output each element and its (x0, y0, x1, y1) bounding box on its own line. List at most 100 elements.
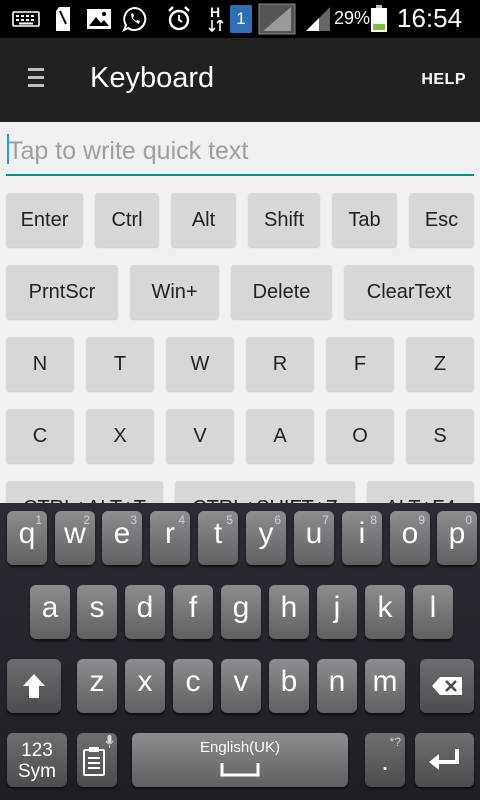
key-f[interactable]: f (173, 585, 213, 639)
key-char: f (188, 591, 198, 624)
clipboard-icon (83, 747, 105, 776)
letter-key-v[interactable]: V (166, 409, 234, 463)
key-g[interactable]: g (221, 585, 261, 639)
help-button[interactable]: HELP (421, 71, 466, 89)
sim1-icon: 1 (230, 5, 252, 33)
key-w[interactable]: 2w (55, 511, 95, 565)
key-h[interactable]: h (269, 585, 309, 639)
key-char: r (165, 517, 175, 550)
letter-key-x[interactable]: X (86, 409, 154, 463)
text-cursor (7, 134, 9, 164)
key-s[interactable]: s (77, 585, 117, 639)
key-j[interactable]: j (317, 585, 357, 639)
key-n[interactable]: n (317, 659, 357, 713)
key-o[interactable]: 9o (390, 511, 430, 565)
app-title: Keyboard (90, 62, 215, 94)
shift-key[interactable]: Shift (248, 193, 320, 247)
sd-card-icon (56, 7, 70, 31)
key-c[interactable]: c (173, 659, 213, 713)
shift-icon (23, 674, 45, 698)
key-i[interactable]: 8i (342, 511, 382, 565)
prntscr-key[interactable]: PrntScr (6, 265, 118, 319)
backspace-icon (432, 677, 462, 695)
key-char: w (64, 517, 86, 550)
battery-icon (371, 5, 387, 32)
letter-key-o[interactable]: O (326, 409, 394, 463)
key-z[interactable]: z (77, 659, 117, 713)
whatsapp-icon (122, 6, 147, 32)
status-bar: H 1 29% 16:54 (0, 0, 480, 38)
enter-icon (429, 749, 459, 770)
key-t[interactable]: 5t (198, 511, 238, 565)
enter-key[interactable] (415, 733, 474, 787)
key-x[interactable]: x (125, 659, 165, 713)
key-char: v (233, 665, 249, 698)
key-char: o (401, 517, 419, 550)
space-language-label: English(UK) (199, 739, 281, 756)
key-char: u (305, 517, 323, 550)
keyboard-icon (12, 11, 40, 27)
sym-label-top: 123 (21, 740, 53, 761)
battery-percent: 29% (334, 8, 371, 28)
letter-key-w[interactable]: W (166, 337, 234, 391)
period-char: . (381, 745, 389, 776)
letter-key-z[interactable]: Z (406, 337, 474, 391)
letter-key-a[interactable]: A (246, 409, 314, 463)
shift-key[interactable] (7, 659, 61, 713)
letter-key-t[interactable]: T (86, 337, 154, 391)
key-b[interactable]: b (269, 659, 309, 713)
letter-key-n[interactable]: N (6, 337, 74, 391)
key-v[interactable]: v (221, 659, 261, 713)
menu-icon[interactable] (28, 68, 44, 92)
key-char: g (232, 591, 250, 624)
cleartext-key[interactable]: ClearText (344, 265, 474, 319)
backspace-key[interactable] (420, 659, 474, 713)
key-e[interactable]: 3e (102, 511, 142, 565)
key-char: m (372, 665, 398, 698)
letter-key-f[interactable]: F (326, 337, 394, 391)
key-r[interactable]: 4r (150, 511, 190, 565)
key-char: h (280, 591, 298, 624)
sym-key[interactable]: 123 Sym (7, 733, 67, 787)
key-char: s (89, 591, 105, 624)
quick-text-input[interactable] (6, 128, 474, 176)
signal-icon (306, 7, 330, 31)
letter-key-c[interactable]: C (6, 409, 74, 463)
key-k[interactable]: k (365, 585, 405, 639)
delete-key[interactable]: Delete (231, 265, 332, 319)
tab-key[interactable]: Tab (332, 193, 397, 247)
key-q[interactable]: 1q (7, 511, 47, 565)
key-y[interactable]: 6y (246, 511, 286, 565)
alarm-icon (168, 6, 190, 31)
letter-key-s[interactable]: S (406, 409, 474, 463)
key-d[interactable]: d (125, 585, 165, 639)
key-l[interactable]: l (413, 585, 453, 639)
sym-label-bottom: Sym (18, 761, 56, 782)
key-char: e (113, 517, 131, 550)
key-char: b (280, 665, 298, 698)
image-icon (87, 9, 111, 29)
ctrl-key[interactable]: Ctrl (95, 193, 159, 247)
win-plus-key[interactable]: Win+ (130, 265, 219, 319)
network-h-label: H (210, 4, 221, 20)
key-u[interactable]: 7u (294, 511, 334, 565)
key-a[interactable]: a (30, 585, 70, 639)
enter-key[interactable]: Enter (6, 193, 83, 247)
key-char: l (429, 591, 437, 624)
clipboard-key[interactable] (77, 733, 117, 787)
key-char: q (18, 517, 36, 550)
network-h-icon: H (207, 4, 225, 34)
letter-key-r[interactable]: R (246, 337, 314, 391)
space-key[interactable]: English(UK) (132, 733, 348, 787)
clock: 16:54 (397, 3, 463, 33)
esc-key[interactable]: Esc (409, 193, 474, 247)
alt-key[interactable]: Alt (171, 193, 236, 247)
key-p[interactable]: 0p (437, 511, 477, 565)
space-bar-icon (220, 763, 260, 777)
key-m[interactable]: m (365, 659, 405, 713)
key-char: t (213, 517, 223, 550)
key-char: z (89, 665, 105, 698)
mic-icon (105, 735, 114, 748)
period-key[interactable]: *? . (365, 733, 405, 787)
key-char: n (328, 665, 346, 698)
